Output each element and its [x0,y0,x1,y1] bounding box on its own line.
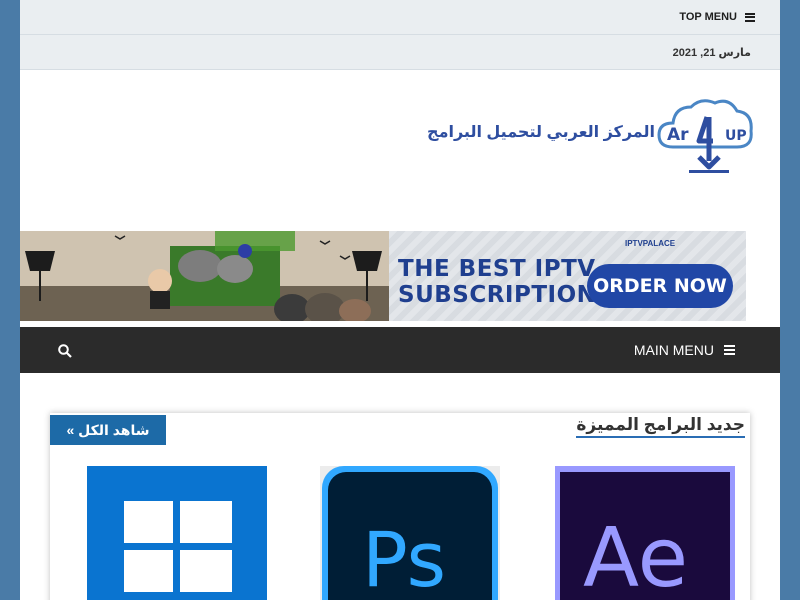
top-menu-label: TOP MENU [679,11,737,23]
program-card-after-effects[interactable]: Ae [555,466,735,600]
program-card-photoshop[interactable]: Ps [320,466,500,600]
see-all-button[interactable]: شاهد الكل » [50,415,166,445]
hamburger-icon [724,345,735,355]
search-button[interactable] [58,344,72,358]
main-menu-button[interactable]: MAIN MENU [634,342,735,358]
featured-programs-box: جديد البرامج المميزة شاهد الكل » Ps Ae [50,413,750,600]
hamburger-icon [745,12,755,22]
search-icon [58,344,72,358]
windows-logo-icon [87,466,267,600]
order-now-button[interactable]: ORDER NOW [587,264,733,308]
svg-text:Ae: Ae [583,511,688,600]
top-bar: TOP MENU [20,0,780,35]
main-content: جديد البرامج المميزة شاهد الكل » Ps Ae [20,373,780,600]
current-date: مارس 21, 2021 [672,47,751,59]
banner-ad-panel: IPTVPALACE THE BEST IPTV SUBSCRIPTION OR… [389,231,746,321]
featured-section-title[interactable]: جديد البرامج المميزة [576,415,745,438]
after-effects-logo-icon: Ae [555,466,735,600]
svg-text:UP: UP [725,128,747,144]
site-logo[interactable]: المركز العربي لتحميل البرامج Ar UP [427,95,755,177]
site-name: المركز العربي لتحميل البرامج [427,124,655,141]
ad-brand: IPTVPALACE [625,239,676,248]
program-card-windows[interactable] [87,466,267,600]
cloud-upload-logo-icon: Ar UP [657,99,753,173]
svg-text:Ps: Ps [362,515,446,600]
living-room-illustration [20,231,389,321]
banner-photo [20,231,389,321]
page-container: TOP MENU مارس 21, 2021 المركز العربي لتح… [20,0,780,600]
photoshop-logo-icon: Ps [320,466,500,600]
ad-headline-1: THE BEST IPTV [398,256,596,282]
ad-headline-2: SUBSCRIPTION [398,282,597,308]
advertisement-banner[interactable]: IPTVPALACE THE BEST IPTV SUBSCRIPTION OR… [20,231,746,321]
date-bar: مارس 21, 2021 [20,35,780,70]
main-navbar: MAIN MENU [20,327,780,373]
main-menu-label: MAIN MENU [633,342,714,358]
top-menu-button[interactable]: TOP MENU [679,11,755,23]
svg-text:Ar: Ar [667,125,689,145]
